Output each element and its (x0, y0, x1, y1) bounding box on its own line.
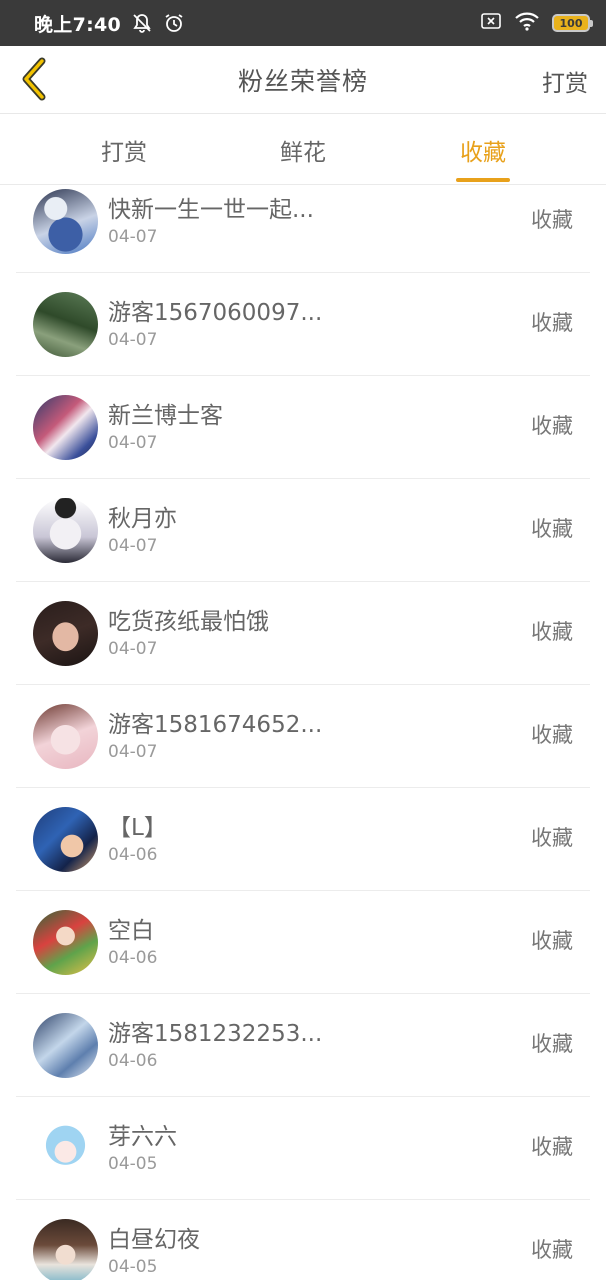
user-name: 游客1581232253... (108, 1021, 323, 1047)
item-type: 收藏 (531, 311, 573, 335)
avatar (33, 395, 98, 460)
list-item[interactable]: 游客1581232253... 04-06 收藏 (16, 994, 590, 1097)
avatar (33, 910, 98, 975)
item-date: 04-06 (108, 845, 158, 865)
item-date: 04-07 (108, 536, 158, 556)
tab-label: 收藏 (460, 140, 506, 166)
item-type: 收藏 (531, 723, 573, 747)
list-item[interactable]: 游客1567060097... 04-07 收藏 (16, 273, 590, 376)
user-name: 游客1567060097... (108, 300, 323, 326)
wifi-icon (514, 11, 540, 35)
list-item[interactable]: 芽六六 04-05 收藏 (16, 1097, 590, 1200)
list-item[interactable]: 吃货孩纸最怕饿 04-07 收藏 (16, 582, 590, 685)
avatar (33, 807, 98, 872)
item-date: 04-07 (108, 639, 158, 659)
user-name: 【L】 (108, 815, 167, 841)
status-bar: 晚上7:40 100 (0, 0, 606, 46)
status-time: 晚上7:40 (34, 13, 122, 36)
avatar (33, 292, 98, 357)
user-name: 白昼幻夜 (108, 1227, 200, 1253)
user-name: 吃货孩纸最怕饿 (108, 609, 269, 635)
reward-button[interactable]: 打赏 (542, 64, 588, 98)
tab-reward[interactable]: 打赏 (64, 115, 184, 185)
avatar (33, 1219, 98, 1280)
item-type: 收藏 (531, 929, 573, 953)
avatar (33, 704, 98, 769)
tab-flowers[interactable]: 鲜花 (243, 115, 363, 185)
avatar (33, 1116, 98, 1181)
tab-label: 打赏 (101, 140, 147, 166)
avatar (33, 1013, 98, 1078)
item-date: 04-07 (108, 227, 158, 247)
list-item[interactable]: 白昼幻夜 04-05 收藏 (16, 1200, 590, 1280)
user-name: 芽六六 (108, 1124, 177, 1150)
list-item[interactable]: 新兰博士客 04-07 收藏 (16, 376, 590, 479)
item-type: 收藏 (531, 208, 573, 232)
item-type: 收藏 (531, 1238, 573, 1262)
chevron-left-icon (22, 57, 46, 101)
battery-indicator: 100 (552, 14, 593, 32)
item-date: 04-06 (108, 948, 158, 968)
page-title: 粉丝荣誉榜 (237, 66, 368, 96)
item-date: 04-05 (108, 1154, 158, 1174)
tab-favorites[interactable]: 收藏 (423, 115, 543, 185)
item-type: 收藏 (531, 517, 573, 541)
item-type: 收藏 (531, 1032, 573, 1056)
sim-x-icon (480, 12, 502, 34)
user-name: 快新一生一世一起... (108, 197, 314, 223)
active-tab-indicator (456, 178, 510, 182)
item-date: 04-07 (108, 330, 158, 350)
list-item[interactable]: 游客1581674652... 04-07 收藏 (16, 685, 590, 788)
user-name: 空白 (108, 918, 154, 944)
item-type: 收藏 (531, 1135, 573, 1159)
tab-label: 鲜花 (280, 140, 326, 166)
user-name: 新兰博士客 (108, 403, 223, 429)
avatar (33, 601, 98, 666)
list-item[interactable]: 秋月亦 04-07 收藏 (16, 479, 590, 582)
item-date: 04-05 (108, 1257, 158, 1277)
tab-bar: 打赏 鲜花 收藏 (0, 115, 606, 185)
avatar (33, 498, 98, 563)
list-item[interactable]: 空白 04-06 收藏 (16, 891, 590, 994)
list-item[interactable]: 【L】 04-06 收藏 (16, 788, 590, 891)
user-name: 秋月亦 (108, 506, 177, 532)
back-button[interactable] (14, 56, 54, 102)
list-item[interactable]: 快新一生一世一起... 04-07 收藏 (16, 186, 590, 273)
alarm-icon (163, 12, 185, 34)
avatar (33, 189, 98, 254)
item-date: 04-07 (108, 433, 158, 453)
item-date: 04-07 (108, 742, 158, 762)
bell-off-icon (131, 12, 153, 34)
fan-list[interactable]: 快新一生一世一起... 04-07 收藏 游客1567060097... 04-… (0, 186, 606, 1280)
item-date: 04-06 (108, 1051, 158, 1071)
item-type: 收藏 (531, 826, 573, 850)
user-name: 游客1581674652... (108, 712, 323, 738)
item-type: 收藏 (531, 414, 573, 438)
item-type: 收藏 (531, 620, 573, 644)
nav-bar: 粉丝荣誉榜 打赏 (0, 46, 606, 114)
